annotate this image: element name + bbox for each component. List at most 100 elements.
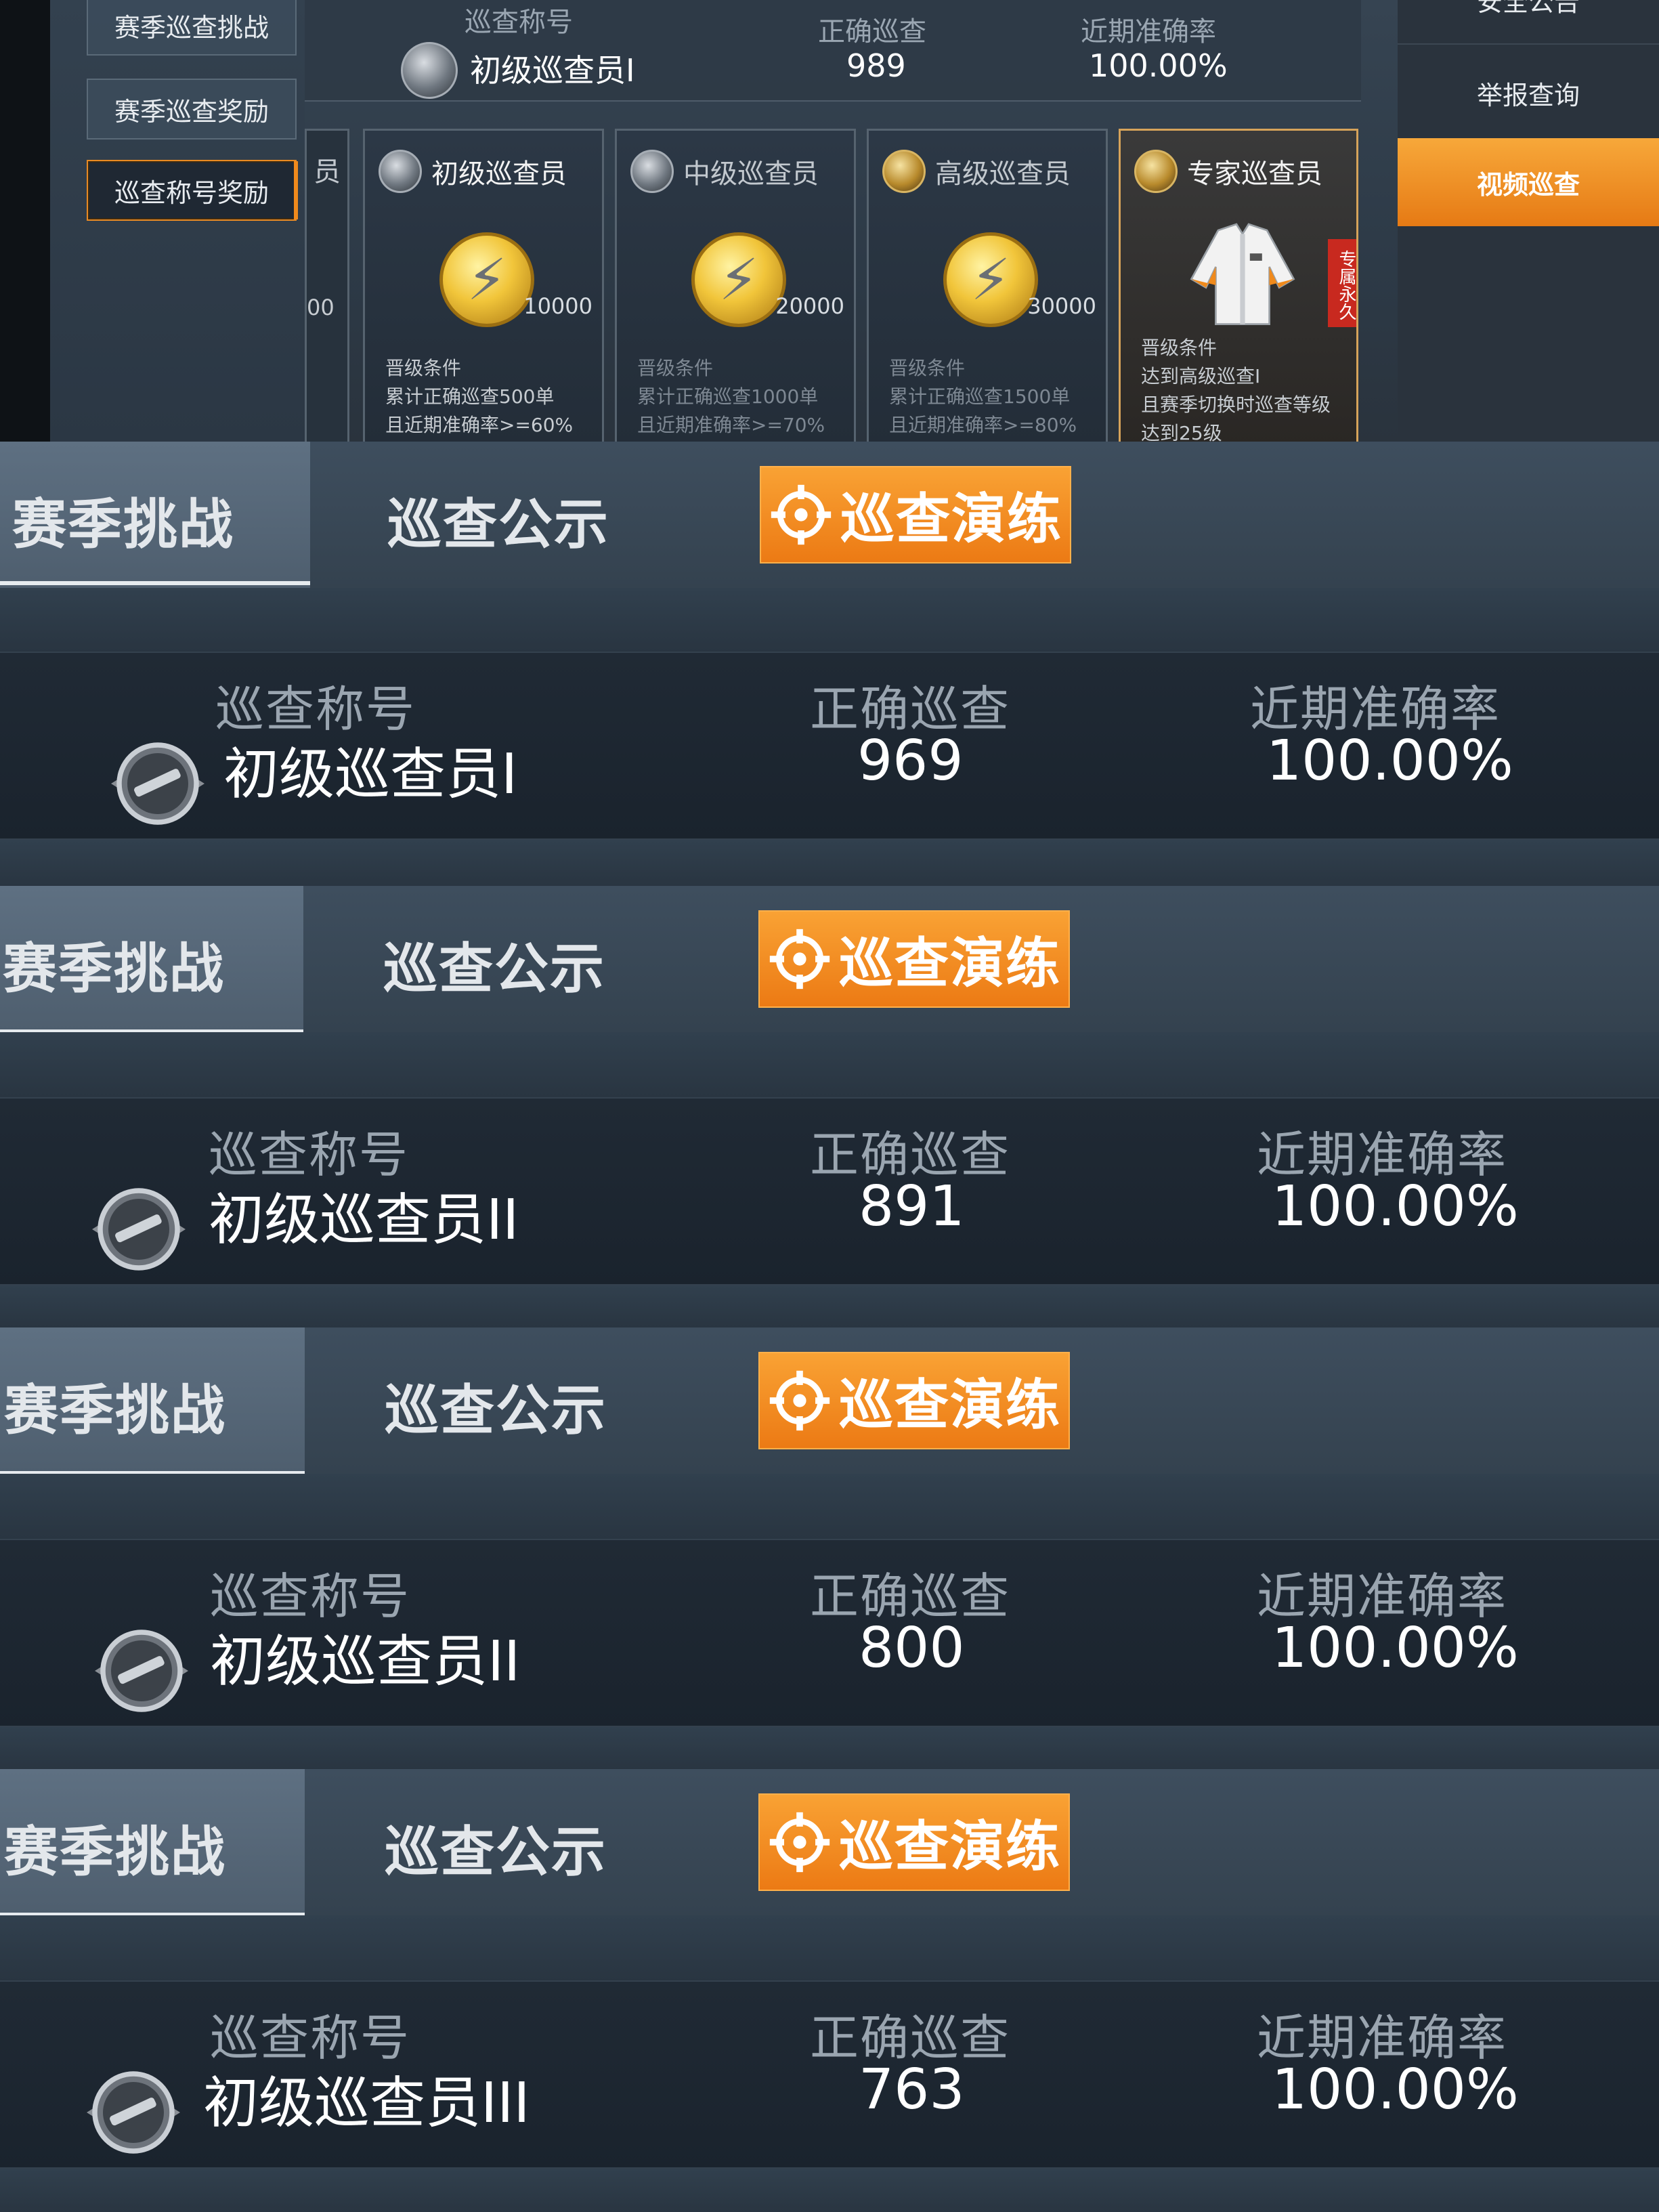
lightning-coin-icon <box>439 232 534 327</box>
stats-panel: 巡查称号 初级巡查员II 正确巡查 891 近期准确率 100.00% <box>0 1097 1659 1285</box>
patrol-drill-button[interactable]: 巡查演练 <box>758 1793 1070 1891</box>
card-cond-head: 晋级条件 <box>637 357 714 379</box>
menu-season-reward[interactable]: 赛季巡查奖励 <box>87 79 297 140</box>
lightning-coin-icon <box>691 232 786 327</box>
card-cond-1: 累计正确巡查1500单 <box>889 385 1071 408</box>
card-cond-1: 达到高级巡查I <box>1141 365 1261 387</box>
card-title: 专家巡查员 <box>1187 158 1322 190</box>
card-title: 中级巡查员 <box>683 158 819 190</box>
patrol-title-value: 初级巡查员III <box>203 2071 530 2135</box>
correct-value: 969 <box>857 729 964 793</box>
spacer <box>0 588 1659 652</box>
card-reward: 10000 <box>523 293 592 319</box>
summary-rank-icon <box>401 42 458 99</box>
rank-emblem-icon <box>87 2071 180 2154</box>
card-junior[interactable]: 初级巡查员 10000 晋级条件 累计正确巡查500单 且近期准确率>=60% <box>363 129 604 442</box>
spacer <box>0 1474 1659 1539</box>
menu-title-reward[interactable]: 巡查称号奖励 <box>87 160 298 221</box>
card-title: 高级巡查员 <box>935 158 1071 190</box>
summary-correct-label: 正确巡查 <box>818 16 926 47</box>
correct-value: 800 <box>859 1616 965 1680</box>
patrol-drill-button[interactable]: 巡查演练 <box>758 1352 1070 1449</box>
rank-emblem-icon <box>95 1630 188 1712</box>
patrol-title-value: 初级巡查员I <box>223 742 518 807</box>
rank-emblem-icon <box>92 1188 186 1271</box>
tab-season-challenge-label: 赛季挑战 <box>4 1821 226 1884</box>
menu-security-notice[interactable]: 安全公告 <box>1398 0 1659 43</box>
left-menu: 赛季巡查挑战 赛季巡查奖励 巡查称号奖励 <box>50 0 305 442</box>
card-cond-1: 累计正确巡查500单 <box>385 385 555 408</box>
summary-correct-value: 989 <box>846 47 906 84</box>
left-edge <box>0 0 50 442</box>
right-menu: 安全公告 举报查询 视频巡查 <box>1398 0 1659 442</box>
patrol-title-value: 初级巡查员II <box>209 1188 519 1252</box>
menu-divider <box>1398 43 1659 45</box>
accuracy-value: 100.00% <box>1266 729 1513 793</box>
menu-season-challenge[interactable]: 赛季巡查挑战 <box>87 0 297 56</box>
lightning-coin-icon <box>943 232 1038 327</box>
card-reward: 30000 <box>1027 293 1096 319</box>
card-cond-3: 达到25级 <box>1141 422 1222 442</box>
summary-accuracy-value: 100.00% <box>1089 47 1228 84</box>
partial-card-num: 00 <box>307 295 335 320</box>
card-senior[interactable]: 高级巡查员 30000 晋级条件 累计正确巡查1500单 且近期准确率>=80% <box>867 129 1108 442</box>
jacket-icon <box>1190 223 1295 325</box>
partial-card-title: 员 <box>314 156 341 188</box>
menu-report-query[interactable]: 举报查询 <box>1398 49 1659 137</box>
crosshair-icon <box>769 1370 830 1431</box>
summary-title-value: 初级巡查员I <box>470 52 635 89</box>
card-expert[interactable]: 专家巡查员 专属永久 晋级条件 达到高级巡查I 且赛季切换时巡查等级 达到25级 <box>1119 129 1358 442</box>
crosshair-icon <box>771 484 832 545</box>
title-reward-cards: 员 00 初级巡查员 10000 晋级条件 累计正确巡查500单 且近期准确率>… <box>305 129 1361 442</box>
tab-patrol-notice[interactable]: 巡查公示 <box>387 481 609 559</box>
accuracy-value: 100.00% <box>1272 1174 1519 1239</box>
patrol-title-value: 初级巡查员II <box>210 1630 521 1694</box>
spacer <box>0 1727 1659 1769</box>
senior-badge-icon <box>882 150 926 193</box>
patrol-drill-label: 巡查演练 <box>839 1374 1061 1437</box>
card-cond-2: 且近期准确率>=60% <box>385 414 574 436</box>
tab-season-challenge-label: 赛季挑战 <box>12 493 234 556</box>
top-summary-bar: 巡查称号 初级巡查员I 正确巡查 989 近期准确率 100.00% <box>305 0 1361 102</box>
card-cond-head: 晋级条件 <box>1141 337 1218 359</box>
partial-card[interactable]: 员 00 <box>305 129 349 442</box>
patrol-drill-label: 巡查演练 <box>839 932 1061 995</box>
tab-bar: 赛季挑战 巡查公示 巡查演练 <box>0 886 1659 1034</box>
summary-title-label: 巡查称号 <box>465 7 573 38</box>
card-cond-2: 且赛季切换时巡查等级 <box>1141 394 1331 416</box>
spacer <box>0 1032 1659 1097</box>
tab-underline <box>0 581 310 585</box>
rank-emblem-icon <box>111 742 204 825</box>
tab-bar: 赛季挑战 巡查公示 巡查演练 <box>0 1769 1659 1917</box>
spacer <box>0 2169 1659 2212</box>
card-cond-1: 累计正确巡查1000单 <box>637 385 819 408</box>
crosshair-icon <box>769 929 830 990</box>
tab-bar: 赛季挑战 巡查公示 巡查演练 <box>0 1327 1659 1475</box>
junior-badge-icon <box>379 150 422 193</box>
accuracy-value: 100.00% <box>1272 2058 1519 2122</box>
card-cond-2: 且近期准确率>=80% <box>889 414 1077 436</box>
intermediate-badge-icon <box>630 150 674 193</box>
expert-badge-icon <box>1134 150 1178 193</box>
spacer <box>0 840 1659 886</box>
accuracy-value: 100.00% <box>1272 1616 1519 1680</box>
patrol-drill-label: 巡查演练 <box>839 1815 1061 1878</box>
patrol-drill-button[interactable]: 巡查演练 <box>758 910 1070 1008</box>
patrol-drill-label: 巡查演练 <box>840 488 1062 551</box>
spacer <box>0 1915 1659 1980</box>
summary-accuracy-label: 近期准确率 <box>1081 16 1216 47</box>
crosshair-icon <box>769 1812 830 1873</box>
stats-panel: 巡查称号 初级巡查员II 正确巡查 800 近期准确率 100.00% <box>0 1539 1659 1727</box>
tab-patrol-notice[interactable]: 巡查公示 <box>383 925 605 1004</box>
card-cond-head: 晋级条件 <box>385 357 462 379</box>
card-intermediate[interactable]: 中级巡查员 20000 晋级条件 累计正确巡查1000单 且近期准确率>=70% <box>615 129 856 442</box>
card-reward: 20000 <box>775 293 844 319</box>
correct-value: 891 <box>859 1174 965 1239</box>
tab-patrol-notice[interactable]: 巡查公示 <box>385 1367 607 1445</box>
tab-season-challenge-label: 赛季挑战 <box>3 937 225 1000</box>
tab-bar: 赛季挑战 巡查公示 巡查演练 <box>0 442 1659 588</box>
patrol-drill-button[interactable]: 巡查演练 <box>760 466 1071 563</box>
menu-video-patrol[interactable]: 视频巡查 <box>1398 138 1659 226</box>
tab-patrol-notice[interactable]: 巡查公示 <box>385 1808 607 1887</box>
stats-panel: 巡查称号 初级巡查员III 正确巡查 763 近期准确率 100.00% <box>0 1980 1659 2169</box>
